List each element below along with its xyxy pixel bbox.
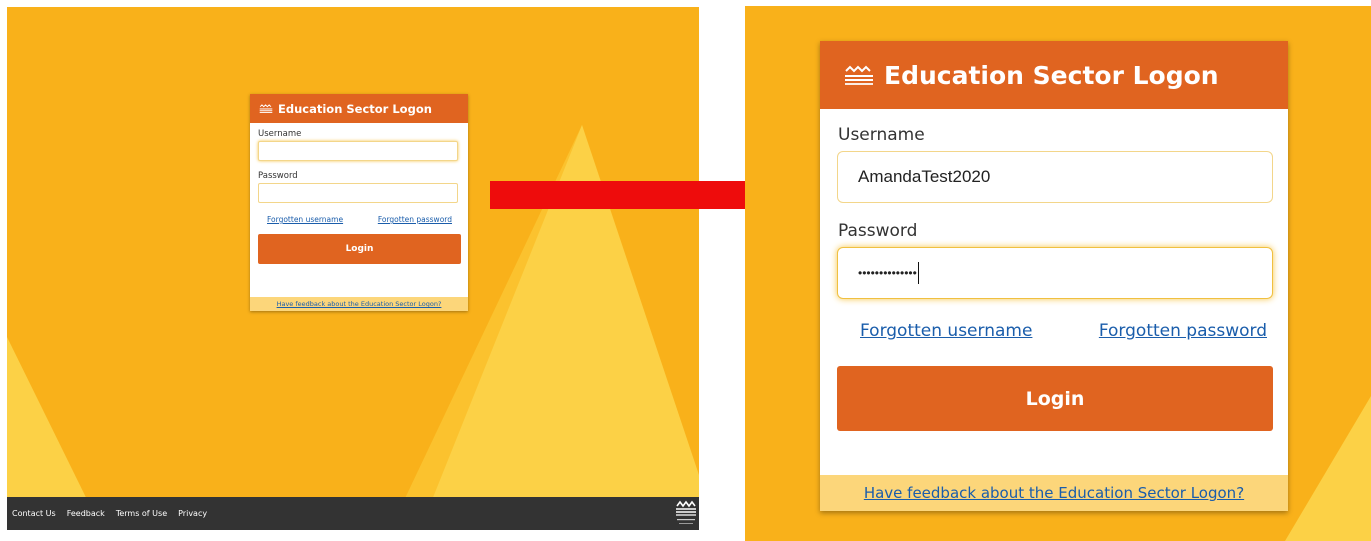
username-input[interactable]: AmandaTest2020 xyxy=(837,151,1273,203)
password-masked-value: •••••••••••••• xyxy=(858,266,917,280)
footer-link-terms[interactable]: Terms of Use xyxy=(116,509,167,518)
text-caret xyxy=(917,262,920,284)
card-header: Education Sector Logon xyxy=(820,41,1288,109)
login-card: Education Sector Logon Username Password… xyxy=(250,94,468,311)
comparison-figure: Education Sector Logon Username Password… xyxy=(0,0,1371,541)
login-card-zoomed-after: Education Sector Logon Username AmandaTe… xyxy=(745,6,1371,541)
forgotten-username-link[interactable]: Forgotten username xyxy=(860,321,1032,341)
card-title: Education Sector Logon xyxy=(884,60,1219,90)
password-label: Password xyxy=(258,171,298,181)
login-page-before: Education Sector Logon Username Password… xyxy=(7,7,699,530)
forgotten-username-link[interactable]: Forgotten username xyxy=(267,215,343,224)
login-button[interactable]: Login xyxy=(837,366,1273,431)
feedback-bar: Have feedback about the Education Sector… xyxy=(250,297,468,311)
site-footer: Contact Us Feedback Terms of Use Privacy xyxy=(7,497,699,530)
username-label: Username xyxy=(258,129,302,139)
recovery-links: Forgotten username Forgotten password xyxy=(820,321,1288,341)
feedback-link[interactable]: Have feedback about the Education Sector… xyxy=(864,484,1244,502)
feedback-link[interactable]: Have feedback about the Education Sector… xyxy=(277,300,442,308)
login-button[interactable]: Login xyxy=(258,234,461,264)
username-input[interactable] xyxy=(258,141,458,161)
card-title: Education Sector Logon xyxy=(278,101,432,116)
footer-link-privacy[interactable]: Privacy xyxy=(178,509,207,518)
card-header: Education Sector Logon xyxy=(250,94,468,123)
forgotten-password-link[interactable]: Forgotten password xyxy=(1099,321,1267,341)
login-card: Education Sector Logon Username AmandaTe… xyxy=(820,41,1288,511)
feedback-bar: Have feedback about the Education Sector… xyxy=(820,475,1288,511)
waves-icon xyxy=(845,65,873,85)
recovery-links: Forgotten username Forgotten password xyxy=(250,215,468,224)
password-input[interactable] xyxy=(258,183,458,203)
username-label: Username xyxy=(838,125,925,145)
forgotten-password-link[interactable]: Forgotten password xyxy=(378,215,452,224)
footer-link-contact[interactable]: Contact Us xyxy=(12,509,56,518)
password-input[interactable]: •••••••••••••• xyxy=(837,247,1273,299)
ministry-waves-icon xyxy=(676,500,696,524)
username-value: AmandaTest2020 xyxy=(858,167,991,186)
password-label: Password xyxy=(838,221,918,241)
footer-link-feedback[interactable]: Feedback xyxy=(67,509,105,518)
waves-icon xyxy=(259,104,273,113)
